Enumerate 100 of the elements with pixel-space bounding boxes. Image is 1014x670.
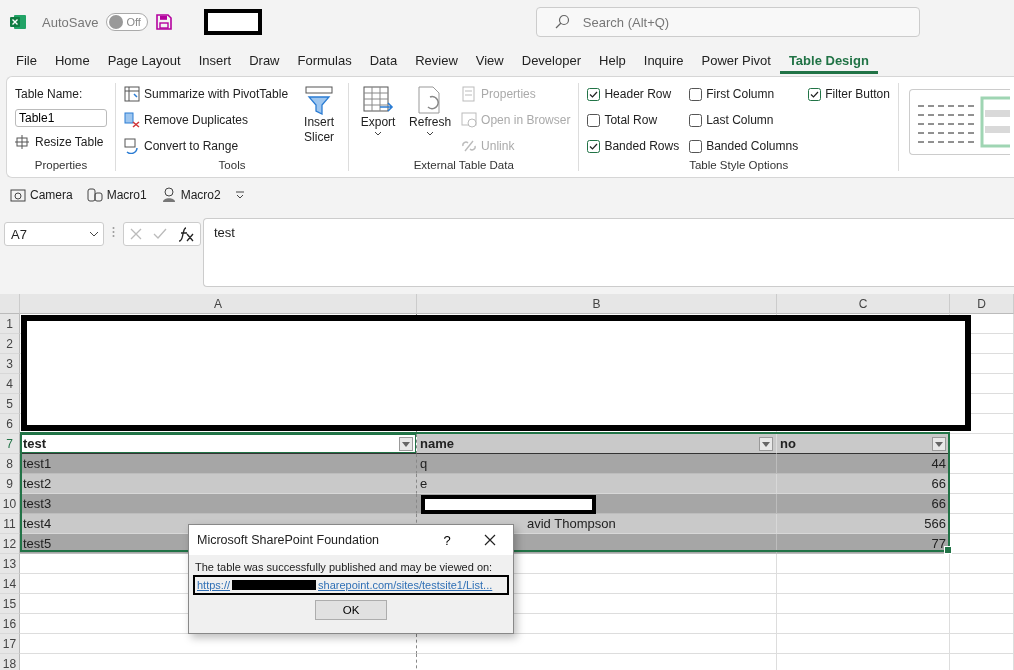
- ribbon-tab[interactable]: Home: [45, 46, 99, 74]
- group-label: Tools: [217, 158, 247, 171]
- checkbox-label: Filter Button: [825, 87, 890, 101]
- filter-button[interactable]: [399, 436, 413, 451]
- table-name-field[interactable]: Table1: [15, 109, 107, 127]
- ribbon-tab[interactable]: Data: [360, 46, 407, 74]
- ribbon-button[interactable]: Export: [357, 83, 400, 140]
- checkbox-label: First Column: [706, 87, 775, 101]
- toolbar-button[interactable]: Macro2: [160, 187, 221, 203]
- ribbon-tab[interactable]: Insert: [189, 46, 241, 74]
- function-icon[interactable]: [177, 226, 195, 242]
- spreadsheet-app-icon: [10, 14, 26, 30]
- autosave-toggle[interactable]: Off: [106, 13, 148, 31]
- ribbon-tab[interactable]: Help: [590, 46, 635, 74]
- row-header[interactable]: 4: [0, 374, 20, 394]
- checkbox[interactable]: [587, 113, 601, 127]
- ribbon-tab[interactable]: Draw: [240, 46, 289, 74]
- ribbon-button[interactable]: Convert to Range: [124, 135, 289, 157]
- row-header[interactable]: 2: [0, 334, 20, 354]
- properties-icon: [461, 86, 478, 102]
- row-header[interactable]: 15: [0, 594, 20, 614]
- ribbon-tab[interactable]: Page Layout: [98, 46, 190, 74]
- ribbon-tab[interactable]: Formulas: [288, 46, 361, 74]
- group-label: Properties: [33, 158, 89, 171]
- name-box[interactable]: A7: [4, 222, 104, 246]
- toolbar-button[interactable]: Camera: [10, 187, 73, 203]
- row-header[interactable]: 8: [0, 454, 20, 474]
- ok-button[interactable]: OK: [315, 600, 387, 620]
- filter-button[interactable]: [932, 436, 946, 451]
- table-cell: test2: [20, 474, 417, 494]
- table-cell: 66: [777, 494, 950, 514]
- row-header[interactable]: 7: [0, 434, 20, 454]
- ribbon-tab[interactable]: Power Pivot: [692, 46, 780, 74]
- ribbon-tab[interactable]: File: [7, 46, 46, 74]
- table-cell: 566: [777, 514, 950, 534]
- customize-caret-icon[interactable]: [234, 190, 245, 200]
- checkbox-label: Total Row: [604, 113, 658, 127]
- checkbox[interactable]: [689, 113, 703, 127]
- group-label: Table Style Options: [688, 158, 790, 171]
- link[interactable]: https://: [197, 579, 231, 591]
- row-header[interactable]: 16: [0, 614, 20, 634]
- person-icon: [160, 187, 177, 203]
- column-header[interactable]: D: [950, 294, 1014, 314]
- checkbox-label: Banded Rows: [604, 139, 680, 153]
- check-icon[interactable]: [153, 227, 167, 241]
- ribbon-tab[interactable]: View: [466, 46, 513, 74]
- row-header[interactable]: 3: [0, 354, 20, 374]
- ribbon-tab[interactable]: Review: [406, 46, 467, 74]
- column-header[interactable]: B: [417, 294, 777, 314]
- row-header[interactable]: 5: [0, 394, 20, 414]
- toolbar-button[interactable]: Macro1: [86, 187, 147, 203]
- camera-icon: [10, 187, 26, 203]
- checkbox[interactable]: [689, 87, 703, 101]
- row-header[interactable]: 9: [0, 474, 20, 494]
- row-header[interactable]: 14: [0, 574, 20, 594]
- caret-icon[interactable]: [89, 229, 99, 239]
- save-icon[interactable]: [155, 14, 172, 30]
- ribbon-button[interactable]: Refresh: [409, 83, 452, 140]
- row-header[interactable]: 18: [0, 654, 20, 670]
- grip-icon: [112, 226, 115, 238]
- ribbon-tab[interactable]: Developer: [512, 46, 590, 74]
- table-cell: q: [417, 454, 777, 474]
- checkbox-label: Header Row: [604, 87, 672, 101]
- column-header[interactable]: A: [20, 294, 417, 314]
- row-header[interactable]: 1: [0, 314, 20, 334]
- row-header[interactable]: 13: [0, 554, 20, 574]
- ribbon-tab[interactable]: Inquire: [634, 46, 693, 74]
- fill-handle[interactable]: [944, 546, 952, 554]
- checkbox[interactable]: [808, 87, 822, 101]
- ribbon-button[interactable]: Resize Table: [15, 131, 107, 153]
- row-header[interactable]: 6: [0, 414, 20, 434]
- search-field[interactable]: Search (Alt+Q): [535, 7, 920, 37]
- checkbox[interactable]: [587, 139, 601, 153]
- table-cell: 66: [777, 474, 950, 494]
- row-header[interactable]: 11: [0, 514, 20, 534]
- checkbox-label: Last Column: [706, 113, 774, 127]
- formula-field[interactable]: test: [203, 218, 1014, 287]
- ribbon-button[interactable]: Insert Slicer: [298, 83, 341, 147]
- filter-button[interactable]: [759, 436, 773, 451]
- row-header[interactable]: 17: [0, 634, 20, 654]
- unlink-icon: [461, 138, 478, 154]
- autosave-label: AutoSave: [42, 14, 99, 30]
- checkbox[interactable]: [587, 87, 601, 101]
- ribbon-button[interactable]: Summarize with PivotTable: [124, 83, 289, 105]
- search-icon: [553, 14, 570, 30]
- help-button[interactable]: ?: [427, 531, 467, 549]
- slicer-icon: [303, 85, 336, 115]
- table-cell: test3: [20, 494, 417, 514]
- table-cell: test1: [20, 454, 417, 474]
- browser-icon: [461, 112, 478, 128]
- link[interactable]: sharepoint.com/sites/testsite1/List...: [318, 579, 493, 591]
- row-header[interactable]: 12: [0, 534, 20, 554]
- ribbon-button[interactable]: Remove Duplicates: [124, 109, 289, 131]
- checkbox[interactable]: [689, 139, 703, 153]
- close-icon[interactable]: [484, 534, 496, 546]
- column-header[interactable]: C: [777, 294, 950, 314]
- row-header[interactable]: 10: [0, 494, 20, 514]
- pivot-table-icon: [124, 86, 140, 102]
- table-cell: 44: [777, 454, 950, 474]
- remove-duplicates-icon: [124, 112, 140, 128]
